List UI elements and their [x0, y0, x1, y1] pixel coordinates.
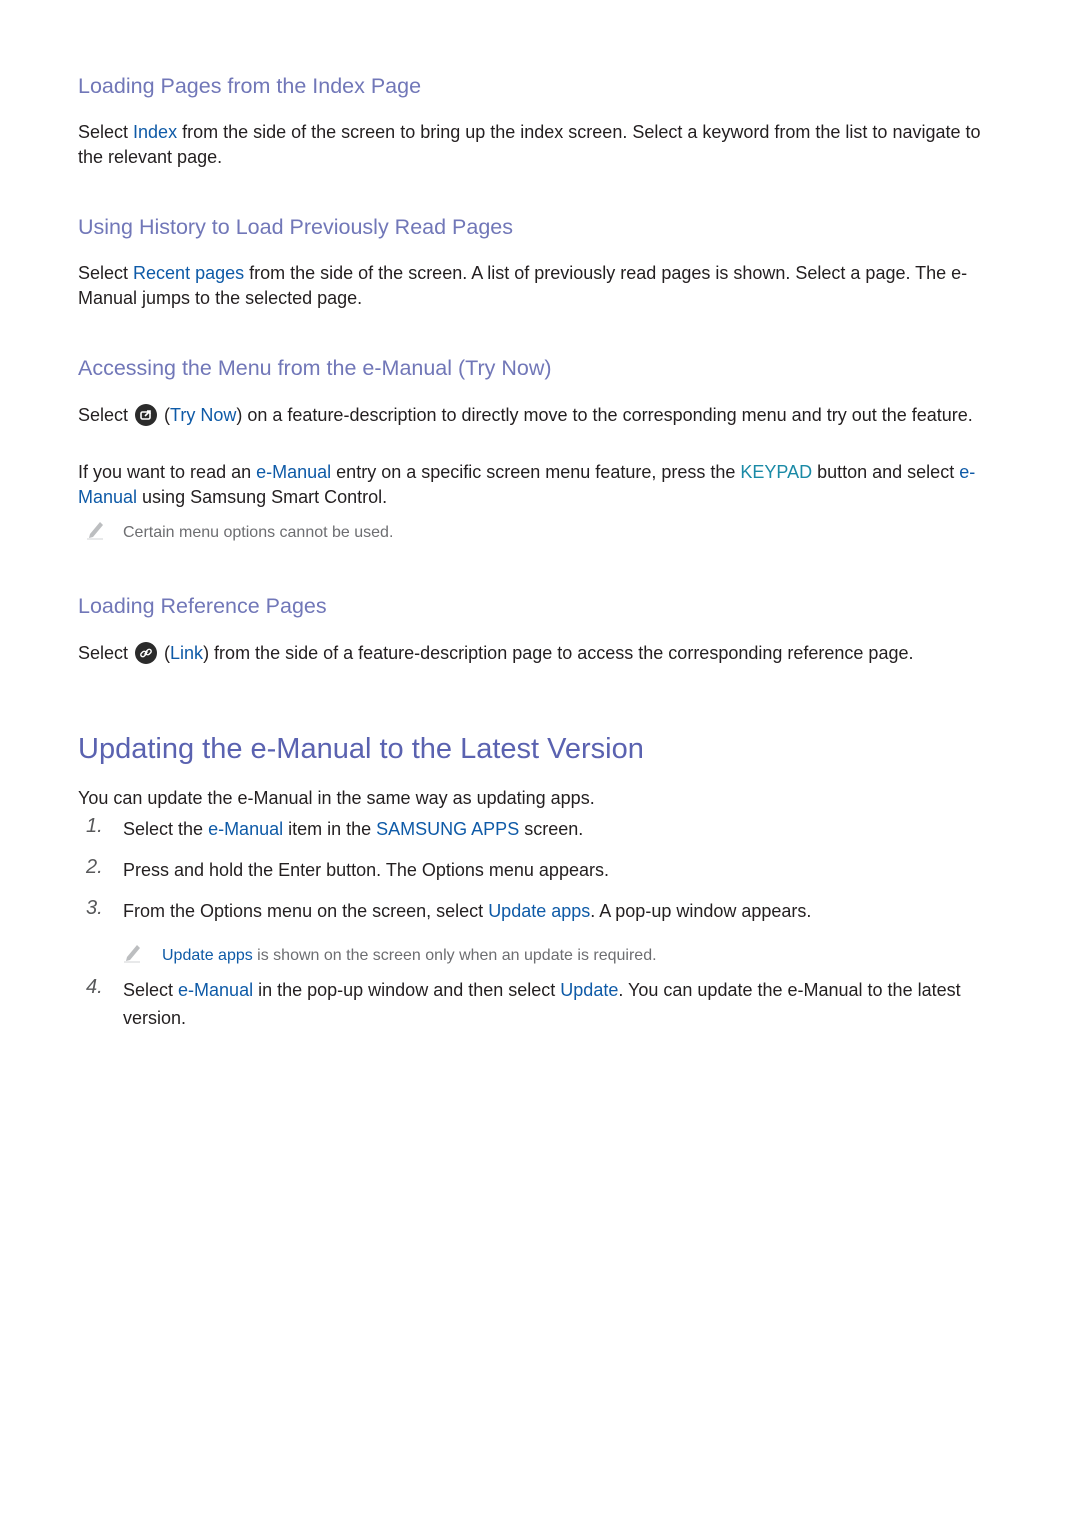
text: item in the [283, 819, 377, 839]
update-link[interactable]: Update [560, 980, 618, 1000]
try-now-link[interactable]: Try Now [170, 405, 236, 425]
pencil-note-icon [87, 522, 103, 540]
pencil-note-icon [124, 945, 140, 963]
e-manual-link[interactable]: e-Manual [208, 819, 283, 839]
section-heading-reference: Loading Reference Pages [78, 594, 327, 618]
text: ) from the side of a feature-description… [203, 643, 914, 663]
e-manual-link[interactable]: e-Manual [256, 462, 331, 482]
index-link[interactable]: Index [133, 122, 177, 142]
text: in the pop-up window and then select [253, 980, 561, 1000]
text: Select [78, 263, 134, 283]
section-heading-try-now: Accessing the Menu from the e-Manual (Tr… [78, 356, 552, 380]
text: If you want to read an [78, 462, 257, 482]
text: screen. [519, 819, 584, 839]
text: Select the [123, 819, 209, 839]
text: Select [78, 643, 134, 663]
text: ( [159, 643, 171, 663]
try-now-icon [135, 404, 158, 426]
section-heading-history: Using History to Load Previously Read Pa… [78, 215, 513, 239]
update-note: Update apps is shown on the screen only … [162, 945, 657, 967]
link-icon [135, 642, 158, 664]
update-intro: You can update the e-Manual in the same … [78, 788, 595, 808]
update-apps-link[interactable]: Update apps [162, 947, 253, 964]
step-number: 2. [86, 856, 103, 878]
step-number: 3. [86, 897, 103, 919]
link-link[interactable]: Link [170, 643, 203, 663]
section-body-keypad: If you want to read an e-Manual entry on… [78, 460, 1008, 510]
text: from the side of the screen to bring up … [78, 122, 981, 167]
text: Select [78, 122, 134, 142]
text: ) on a feature-description to directly m… [236, 405, 973, 425]
text: using Samsung Smart Control. [137, 487, 388, 507]
keypad-button-label: KEYPAD [740, 462, 813, 482]
text: button and select [812, 462, 960, 482]
text: is shown on the screen only when an upda… [252, 947, 657, 964]
note-text: Certain menu options cannot be used. [123, 524, 394, 541]
step-3: From the Options menu on the screen, sel… [123, 897, 1008, 925]
section-heading-index: Loading Pages from the Index Page [78, 74, 422, 98]
step-number: 1. [86, 815, 103, 837]
text: . A pop-up window appears. [590, 901, 812, 921]
step-number: 4. [86, 976, 103, 998]
text: From the Options menu on the screen, sel… [123, 901, 489, 921]
e-manual-link[interactable]: e-Manual [178, 980, 253, 1000]
text: ( [159, 405, 171, 425]
text: entry on a specific screen menu feature,… [331, 462, 741, 482]
section-body-reference: Select (Link) from the side of a feature… [78, 641, 1008, 666]
recent-pages-link[interactable]: Recent pages [133, 263, 244, 283]
step-4: Select e-Manual in the pop-up window and… [123, 976, 1008, 1032]
text: Select [123, 980, 179, 1000]
section-body-index: Select Index from the side of the screen… [78, 120, 1008, 170]
text: Select [78, 405, 134, 425]
step-2: Press and hold the Enter button. The Opt… [123, 860, 609, 880]
step-1: Select the e-Manual item in the SAMSUNG … [123, 815, 1008, 843]
section-body-history: Select Recent pages from the side of the… [78, 261, 1008, 311]
update-heading: Updating the e-Manual to the Latest Vers… [78, 733, 644, 765]
section-body-try-now: Select (Try Now) on a feature-descriptio… [78, 403, 1008, 428]
update-apps-link[interactable]: Update apps [488, 901, 590, 921]
samsung-apps-link[interactable]: SAMSUNG APPS [376, 819, 519, 839]
